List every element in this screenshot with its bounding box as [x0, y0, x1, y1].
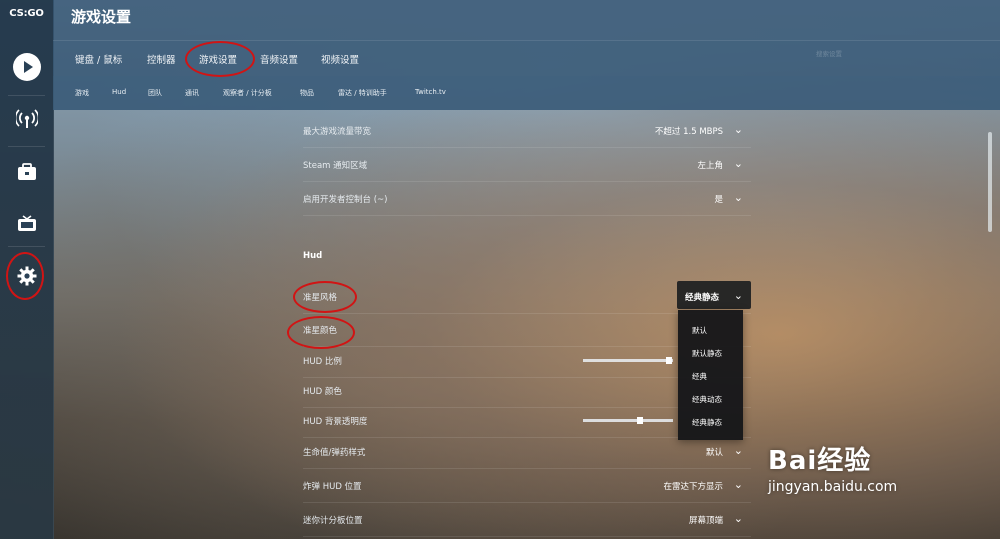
baidu-watermark: Bai经验 jingyan.baidu.com: [768, 440, 897, 495]
setting-value: 在雷达下方显示: [663, 482, 723, 492]
setting-label: HUD 颜色: [303, 387, 342, 397]
dropdown-option[interactable]: 经典: [692, 371, 707, 382]
subtab-twitch[interactable]: Twitch.tv: [415, 88, 446, 96]
tab-game-settings[interactable]: 游戏设置: [199, 52, 237, 66]
setting-row-bandwidth[interactable]: 最大游戏流量带宽 不超过 1.5 MBPS ⌄: [303, 114, 751, 148]
setting-label: HUD 背景透明度: [303, 417, 368, 427]
setting-row-dev-console[interactable]: 启用开发者控制台 (~) 是 ⌄: [303, 182, 751, 216]
setting-label: 最大游戏流量带宽: [303, 127, 372, 137]
play-icon: [12, 53, 41, 81]
gear-icon: [17, 266, 36, 286]
header: 游戏设置 搜索设置 键盘 / 鼠标 控制器 游戏设置 音频设置 视频设置 游戏 …: [53, 0, 1000, 110]
setting-value: 左上角: [697, 161, 723, 171]
setting-value: 是: [714, 195, 723, 205]
tab-video-settings[interactable]: 视频设置: [321, 52, 359, 66]
tab-keyboard-mouse[interactable]: 键盘 / 鼠标: [75, 52, 122, 66]
page-title: 游戏设置: [71, 8, 132, 26]
setting-label: 生命值/弹药样式: [303, 448, 366, 458]
watermark-sub: jingyan.baidu.com: [768, 479, 898, 495]
setting-label: 炸弹 HUD 位置: [303, 482, 362, 492]
dropdown-option[interactable]: 经典动态: [692, 394, 722, 405]
settings-tabs: 键盘 / 鼠标 控制器 游戏设置 音频设置 视频设置: [53, 40, 1000, 76]
hud-bg-opacity-slider[interactable]: [583, 417, 673, 424]
subtab-radar-training[interactable]: 雷达 / 特训助手: [338, 88, 387, 98]
subtab-items[interactable]: 物品: [300, 88, 314, 98]
watermark-main: Bai经验: [768, 446, 872, 476]
section-title-hud: Hud: [303, 251, 323, 261]
chevron-down-icon: ⌄: [733, 289, 743, 302]
setting-label: 启用开发者控制台 (~): [303, 195, 388, 205]
watch-button[interactable]: [0, 101, 53, 137]
settings-subtabs: 游戏 Hud 团队 通讯 观察者 / 计分板 物品 雷达 / 特训助手 Twit…: [53, 76, 1000, 110]
chevron-down-icon: ⌄: [733, 478, 743, 491]
slider-knob[interactable]: [665, 357, 672, 364]
crosshair-style-select[interactable]: 经典静态 ⌄: [677, 281, 751, 309]
setting-row-health-style[interactable]: 生命值/弹药样式 默认 ⌄: [303, 435, 751, 469]
broadcast-icon: [15, 109, 38, 128]
settings-button[interactable]: [0, 258, 53, 294]
setting-value: 屏幕顶端: [688, 516, 723, 526]
slider-knob[interactable]: [636, 417, 643, 424]
subtab-communication[interactable]: 通讯: [185, 88, 199, 98]
play-button[interactable]: [0, 49, 53, 85]
subtab-game[interactable]: 游戏: [75, 88, 89, 98]
subtab-hud[interactable]: Hud: [112, 88, 126, 96]
setting-row-bomb-hud[interactable]: 炸弹 HUD 位置 在雷达下方显示 ⌄: [303, 469, 751, 503]
csgo-logo: CS:GO: [9, 8, 44, 19]
inventory-button[interactable]: [0, 154, 53, 190]
setting-value: 不超过 1.5 MBPS: [654, 127, 723, 137]
tv-icon: [17, 215, 36, 231]
setting-label: 准星颜色: [303, 326, 338, 336]
scrollbar[interactable]: [988, 132, 992, 232]
setting-row-mini-scoreboard[interactable]: 迷你计分板位置 屏幕顶端 ⌄: [303, 503, 751, 537]
tab-audio-settings[interactable]: 音频设置: [260, 52, 298, 66]
tab-controller[interactable]: 控制器: [147, 52, 176, 66]
crosshair-style-dropdown: 默认 默认静态 经典 经典动态 经典静态: [678, 310, 743, 440]
tv-button[interactable]: [0, 206, 53, 242]
hud-scale-slider[interactable]: [583, 357, 673, 364]
dropdown-option[interactable]: 默认静态: [692, 348, 722, 359]
subtab-spectator-scoreboard[interactable]: 观察者 / 计分板: [223, 88, 272, 98]
chevron-down-icon: ⌄: [733, 191, 743, 204]
chevron-down-icon: ⌄: [733, 512, 743, 525]
dropdown-option[interactable]: 默认: [692, 325, 707, 336]
setting-label: HUD 比例: [303, 357, 342, 367]
chevron-down-icon: ⌄: [733, 157, 743, 170]
chevron-down-icon: ⌄: [733, 444, 743, 457]
chevron-down-icon: ⌄: [733, 123, 743, 136]
subtab-team[interactable]: 团队: [148, 88, 162, 98]
briefcase-icon: [17, 163, 36, 180]
sidebar: CS:GO: [0, 0, 54, 539]
crosshair-style-value: 经典静态: [685, 293, 720, 303]
setting-label: 准星风格: [303, 293, 338, 303]
dropdown-option[interactable]: 经典静态: [692, 417, 722, 428]
setting-row-steam-notify[interactable]: Steam 通知区域 左上角 ⌄: [303, 148, 751, 182]
setting-value: 默认: [705, 448, 723, 458]
setting-label: Steam 通知区域: [303, 161, 368, 171]
setting-label: 迷你计分板位置: [303, 516, 363, 526]
